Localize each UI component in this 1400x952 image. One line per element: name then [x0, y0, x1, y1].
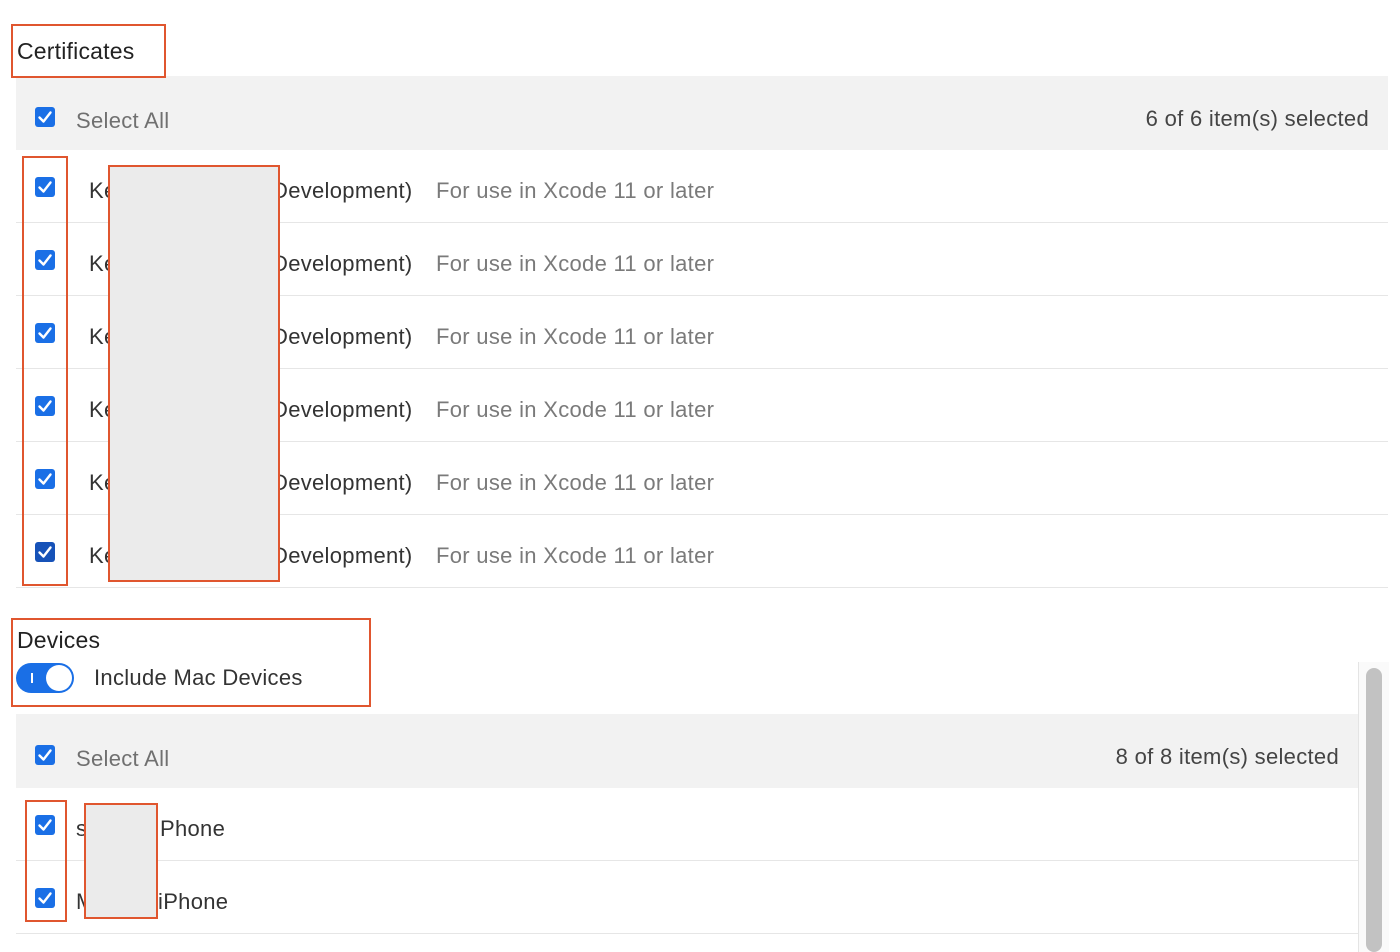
devices-count-label: 8 of 8 item(s) selected [1115, 744, 1339, 769]
annotation-box-certificate-names [108, 165, 280, 582]
certificate-name-end: Development) [272, 470, 413, 495]
certificate-name-end: Development) [272, 324, 413, 349]
certificates-select-all-label: Select All [76, 108, 170, 133]
row-divider [16, 860, 1358, 861]
row-divider [16, 587, 1388, 588]
certificate-name-end: Development) [272, 178, 413, 203]
devices-scrollbar-thumb[interactable] [1366, 668, 1382, 952]
annotation-box-device-names [84, 803, 158, 919]
certificates-count-label: 6 of 6 item(s) selected [1145, 106, 1369, 131]
device-name-end: Phone [160, 816, 226, 841]
certificate-note: For use in Xcode 11 or later [436, 470, 715, 495]
devices-select-all-checkbox[interactable] [35, 745, 55, 765]
devices-select-all-label: Select All [76, 746, 170, 771]
checkmark-icon [38, 749, 52, 761]
annotation-box-devices-header [11, 618, 371, 707]
certificate-note: For use in Xcode 11 or later [436, 178, 715, 203]
annotation-box-certificates-title [11, 24, 166, 78]
certificate-name-end: Development) [272, 397, 413, 422]
row-divider [16, 933, 1358, 934]
certificate-note: For use in Xcode 11 or later [436, 397, 715, 422]
certificate-note: For use in Xcode 11 or later [436, 543, 715, 568]
certificate-name-end: Development) [272, 251, 413, 276]
annotation-box-device-checkboxes [25, 800, 67, 922]
certificate-note: For use in Xcode 11 or later [436, 251, 715, 276]
certificate-name-end: Development) [272, 543, 413, 568]
annotation-box-certificate-checkboxes [22, 156, 68, 586]
device-name-end: iPhone [158, 889, 229, 914]
certificates-select-all-checkbox[interactable] [35, 107, 55, 127]
certificate-note: For use in Xcode 11 or later [436, 324, 715, 349]
checkmark-icon [38, 111, 52, 123]
